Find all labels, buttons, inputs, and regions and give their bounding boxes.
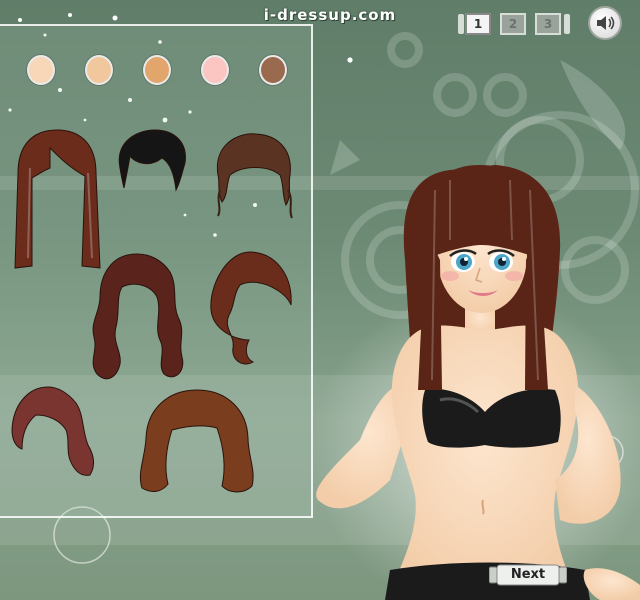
hair-long-wavy[interactable] xyxy=(82,252,192,387)
step-bracket xyxy=(564,14,570,34)
hair-side-swept-wavy[interactable] xyxy=(205,250,295,370)
doll-model xyxy=(310,165,640,600)
next-button-label: Next xyxy=(510,567,546,582)
step-1-button[interactable]: 1 xyxy=(465,13,491,35)
hair-updo-curly[interactable] xyxy=(208,130,298,220)
skin-tone-swatch[interactable] xyxy=(259,55,287,85)
skin-tone-swatch[interactable] xyxy=(201,55,229,85)
hair-short-black[interactable] xyxy=(110,128,190,193)
step-2-button[interactable]: 2 xyxy=(500,13,526,35)
site-logo[interactable]: i-dressup.com xyxy=(240,6,420,24)
sound-toggle-button[interactable] xyxy=(588,6,622,40)
skin-tone-swatch[interactable] xyxy=(143,55,171,85)
game-stage: i-dressup.com 1 2 3 Next xyxy=(0,0,640,600)
next-button[interactable]: Next xyxy=(489,564,567,586)
skin-tone-swatch[interactable] xyxy=(85,55,113,85)
skin-tone-swatch[interactable] xyxy=(27,55,55,85)
step-bracket xyxy=(458,14,464,34)
speaker-icon xyxy=(597,16,615,30)
step-3-button[interactable]: 3 xyxy=(535,13,561,35)
hair-medium-layered[interactable] xyxy=(132,388,262,498)
hair-short-side[interactable] xyxy=(8,385,98,480)
